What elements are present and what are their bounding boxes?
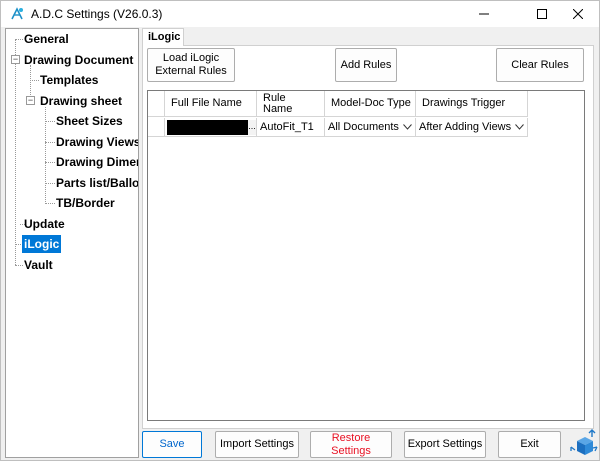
settings-tree[interactable]: − − General Drawing Document Templates D… xyxy=(5,28,139,458)
close-icon xyxy=(573,9,583,19)
app-logo-icon xyxy=(11,7,23,20)
clear-rules-button[interactable]: Clear Rules xyxy=(496,48,584,82)
rule-name-cell[interactable]: AutoFit_T1 xyxy=(257,118,325,137)
tree-item-drawing-document[interactable]: Drawing Document xyxy=(22,51,135,69)
row-header-corner xyxy=(148,91,165,117)
minimize-icon xyxy=(479,13,489,15)
tree-item-update[interactable]: Update xyxy=(22,215,67,233)
save-button[interactable]: Save xyxy=(142,431,202,458)
title-bar: A.D.C Settings (V26.0.3) xyxy=(1,1,599,27)
load-ilogic-external-rules-button[interactable]: Load iLogic External Rules xyxy=(147,48,235,82)
drawings-trigger-value: After Adding Views xyxy=(419,121,512,133)
close-button[interactable] xyxy=(555,1,600,27)
minimize-button[interactable] xyxy=(461,1,507,27)
table-row: ... xyxy=(165,118,257,137)
restore-settings-button[interactable]: Restore Settings xyxy=(310,431,392,458)
window-title: A.D.C Settings (V26.0.3) xyxy=(31,7,163,21)
column-header-model-doc-type[interactable]: Model-Doc Type xyxy=(325,91,416,117)
column-header-full-file-name[interactable]: Full File Name xyxy=(165,91,257,117)
tree-item-vault[interactable]: Vault xyxy=(22,256,55,274)
add-rules-button[interactable]: Add Rules xyxy=(335,48,397,82)
column-header-drawings-trigger[interactable]: Drawings Trigger xyxy=(416,91,528,117)
tree-item-ilogic[interactable]: iLogic xyxy=(22,235,62,253)
tree-connector xyxy=(15,39,16,265)
tree-item-drawing-dimensions[interactable]: Drawing Dimen xyxy=(54,153,138,171)
settings-window: A.D.C Settings (V26.0.3) − − General Dra… xyxy=(0,0,600,461)
import-settings-button[interactable]: Import Settings xyxy=(215,431,299,458)
model-doc-type-select[interactable]: All Documents xyxy=(325,118,416,137)
cube-logo-icon xyxy=(570,429,598,455)
collapse-drawing-sheet-icon[interactable]: − xyxy=(26,96,35,105)
collapse-drawing-document-icon[interactable]: − xyxy=(11,55,20,64)
tree-item-tb-border[interactable]: TB/Border xyxy=(54,194,117,212)
full-file-name-field[interactable] xyxy=(167,119,249,135)
tree-item-general[interactable]: General xyxy=(22,30,71,48)
row-header[interactable] xyxy=(148,118,165,137)
load-button-label-line2: External Rules xyxy=(155,65,227,77)
tree-item-sheet-sizes[interactable]: Sheet Sizes xyxy=(54,112,125,130)
tab-ilogic[interactable]: iLogic xyxy=(142,28,184,46)
model-doc-type-value: All Documents xyxy=(328,121,399,133)
rules-grid[interactable]: Full File Name Rule Name Model-Doc Type … xyxy=(147,90,585,421)
exit-button[interactable]: Exit xyxy=(498,431,561,458)
tree-item-templates[interactable]: Templates xyxy=(38,71,100,89)
tree-item-drawing-views[interactable]: Drawing Views xyxy=(54,133,138,151)
browse-file-button[interactable]: ... xyxy=(248,119,256,135)
column-header-rule-name[interactable]: Rule Name xyxy=(257,91,325,117)
tree-item-drawing-sheet[interactable]: Drawing sheet xyxy=(38,92,124,110)
export-settings-button[interactable]: Export Settings xyxy=(404,431,486,458)
drawings-trigger-select[interactable]: After Adding Views xyxy=(416,118,528,137)
tree-item-parts-list-balloons[interactable]: Parts list/Balloo xyxy=(54,174,138,192)
load-button-label-line1: Load iLogic xyxy=(162,52,220,64)
chevron-down-icon[interactable] xyxy=(401,120,413,134)
maximize-icon xyxy=(537,9,547,19)
chevron-down-icon[interactable] xyxy=(513,120,525,134)
